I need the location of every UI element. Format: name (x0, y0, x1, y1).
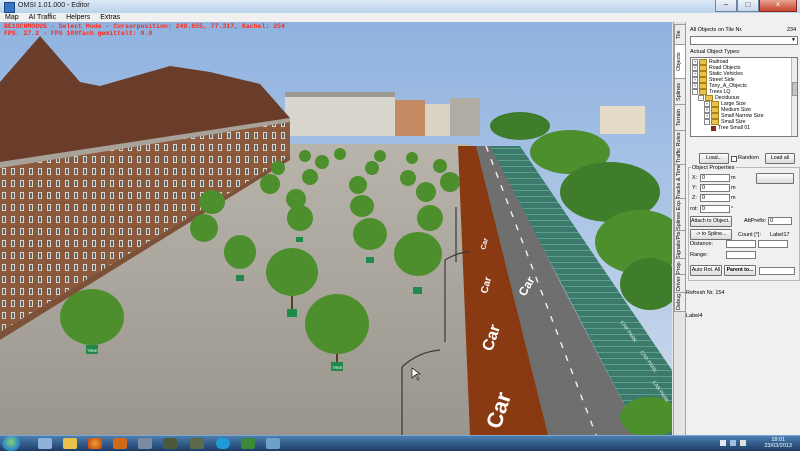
range-label: Range: (690, 252, 708, 258)
prop-x-label: X: (692, 175, 698, 181)
clock-date: 23/03/2013 (764, 443, 792, 449)
system-clock[interactable]: 18:01 23/03/2013 (764, 437, 792, 449)
auto-rot-all-button[interactable]: Auto Rot. All (690, 265, 722, 276)
to-spline-button[interactable]: -> to Spline... (690, 229, 732, 240)
object-type-tree[interactable]: + Railroad + Road Objects + Static Vehicles… (690, 57, 798, 137)
objects-on-tile-label: All Objects on Tile Nr. (690, 27, 743, 33)
folder-icon[interactable] (63, 438, 77, 449)
app-icon[interactable] (266, 438, 280, 449)
tab-debug[interactable]: Debug (674, 292, 686, 312)
random-checkbox[interactable] (731, 156, 737, 162)
dropdown-arrow-icon: ▼ (791, 37, 796, 43)
prop-z-label: Z: (692, 195, 697, 201)
load-button[interactable]: Load... (699, 153, 729, 164)
refresh-counter: Refresh Nr. 154 (686, 290, 725, 296)
load-all-button[interactable]: Load all (765, 153, 795, 164)
skype-icon[interactable] (216, 438, 230, 449)
explorer-icon[interactable] (38, 438, 52, 449)
prop-y-label: Y: (692, 185, 697, 191)
label17: Label17 (770, 232, 790, 238)
count-label: Count [°]: (738, 232, 761, 238)
hud-status-line: BE1SCHMODUS - Select Mode - Cursorpositi… (4, 23, 285, 30)
tab-signals[interactable]: Signals/Pts (674, 230, 686, 260)
menu-ai-traffic[interactable]: AI Traffic (24, 13, 62, 22)
menu-extras[interactable]: Extras (95, 13, 125, 22)
label4: Label4 (686, 313, 703, 319)
prop-y-unit: m (731, 185, 736, 191)
tray-icon[interactable] (720, 440, 726, 446)
distance-label: Distance: (690, 241, 713, 247)
object-list-combo[interactable]: ▼ (690, 36, 798, 45)
tile-number: 234 (787, 27, 797, 33)
parent-input[interactable] (759, 267, 795, 275)
scroll-thumb[interactable] (792, 82, 797, 96)
panel-content: All Objects on Tile Nr. 234 ▼ Actual Obj… (686, 22, 800, 435)
scene-render: TREE TREE Car Car Car Car Car CAR PARK C… (0, 22, 672, 435)
actual-types-label: Actual Object Types: (690, 49, 741, 55)
tab-objects[interactable]: Objects (674, 44, 686, 80)
volume-icon[interactable] (740, 440, 746, 446)
network-icon[interactable] (730, 440, 736, 446)
prop-x-input[interactable]: 0 (700, 174, 730, 182)
distance-input[interactable] (726, 240, 756, 248)
parent-to-button[interactable]: Parent to... (724, 265, 756, 276)
app-icon[interactable] (138, 438, 152, 449)
count-input[interactable] (758, 240, 788, 248)
tab-driver[interactable]: Driver (674, 274, 686, 294)
app-icon (4, 2, 15, 13)
tree-scrollbar[interactable] (791, 58, 797, 136)
title-bar: OMSI 1.01.000 - Editor – □ × (0, 0, 800, 14)
tab-splines-exp[interactable]: Splines Exp. (674, 198, 686, 232)
omsi-icon[interactable] (163, 438, 177, 449)
random-label: Random (738, 155, 759, 161)
tree-node-selected[interactable]: Tree Small 01 (711, 125, 750, 131)
close-button[interactable]: × (759, 0, 797, 12)
tab-terrain[interactable]: Terrain (674, 104, 686, 132)
object-properties-label: Object Properties (691, 165, 736, 171)
editor-side-panel: Tile Objects Splines Terrain Traffic Rul… (673, 22, 800, 435)
menu-helpers[interactable]: Helpers (61, 13, 95, 22)
window-controls: – □ × (715, 0, 797, 12)
minimize-button[interactable]: – (715, 0, 737, 12)
attprefix-input[interactable]: 0 (768, 217, 792, 225)
range-input[interactable] (726, 251, 756, 259)
omsi-editor-icon[interactable] (190, 438, 204, 449)
object-icon (711, 125, 716, 131)
prop-x-unit: m (731, 175, 736, 181)
tab-traffic-rules[interactable]: Traffic Rules (674, 130, 686, 166)
tree-sign: TREE (332, 365, 343, 370)
firefox-icon[interactable] (88, 438, 102, 449)
prop-y-input[interactable]: 0 (700, 184, 730, 192)
prop-rot-input[interactable]: 0 (700, 205, 730, 213)
attprefix-label: AttPrefix: (744, 218, 767, 224)
attach-to-object-button[interactable]: Attach to Object... (690, 216, 732, 227)
media-player-icon[interactable] (113, 438, 127, 449)
prop-rot-label: rot: (690, 206, 698, 212)
hud-fps-line: FPS: 27.2 - FPS 100fach gemittelt: 0.0 (4, 30, 153, 37)
maximize-button[interactable]: □ (737, 0, 759, 12)
3d-viewport[interactable]: TREE TREE Car Car Car Car Car CAR PARK C… (0, 22, 672, 435)
prop-z-input[interactable]: 0 (700, 194, 730, 202)
tab-tile[interactable]: Tile (674, 24, 686, 46)
tab-tracks-timetable[interactable]: Tracks & Timet. (674, 164, 686, 200)
monitor-icon[interactable] (241, 438, 255, 449)
prop-z-unit: m (731, 195, 736, 201)
prop-rot-unit: ° (731, 206, 734, 212)
window-title: OMSI 1.01.000 - Editor (18, 2, 90, 9)
tree-sign: TREE (87, 348, 98, 353)
panel-tabs: Tile Objects Splines Terrain Traffic Rul… (674, 22, 686, 435)
start-button[interactable] (2, 436, 20, 451)
taskbar: 18:01 23/03/2013 (0, 435, 800, 451)
menu-map[interactable]: Map (0, 13, 24, 22)
property-picker-button[interactable] (756, 173, 794, 184)
collapse-icon[interactable]: - (704, 119, 710, 125)
tab-splines[interactable]: Splines (674, 78, 686, 106)
